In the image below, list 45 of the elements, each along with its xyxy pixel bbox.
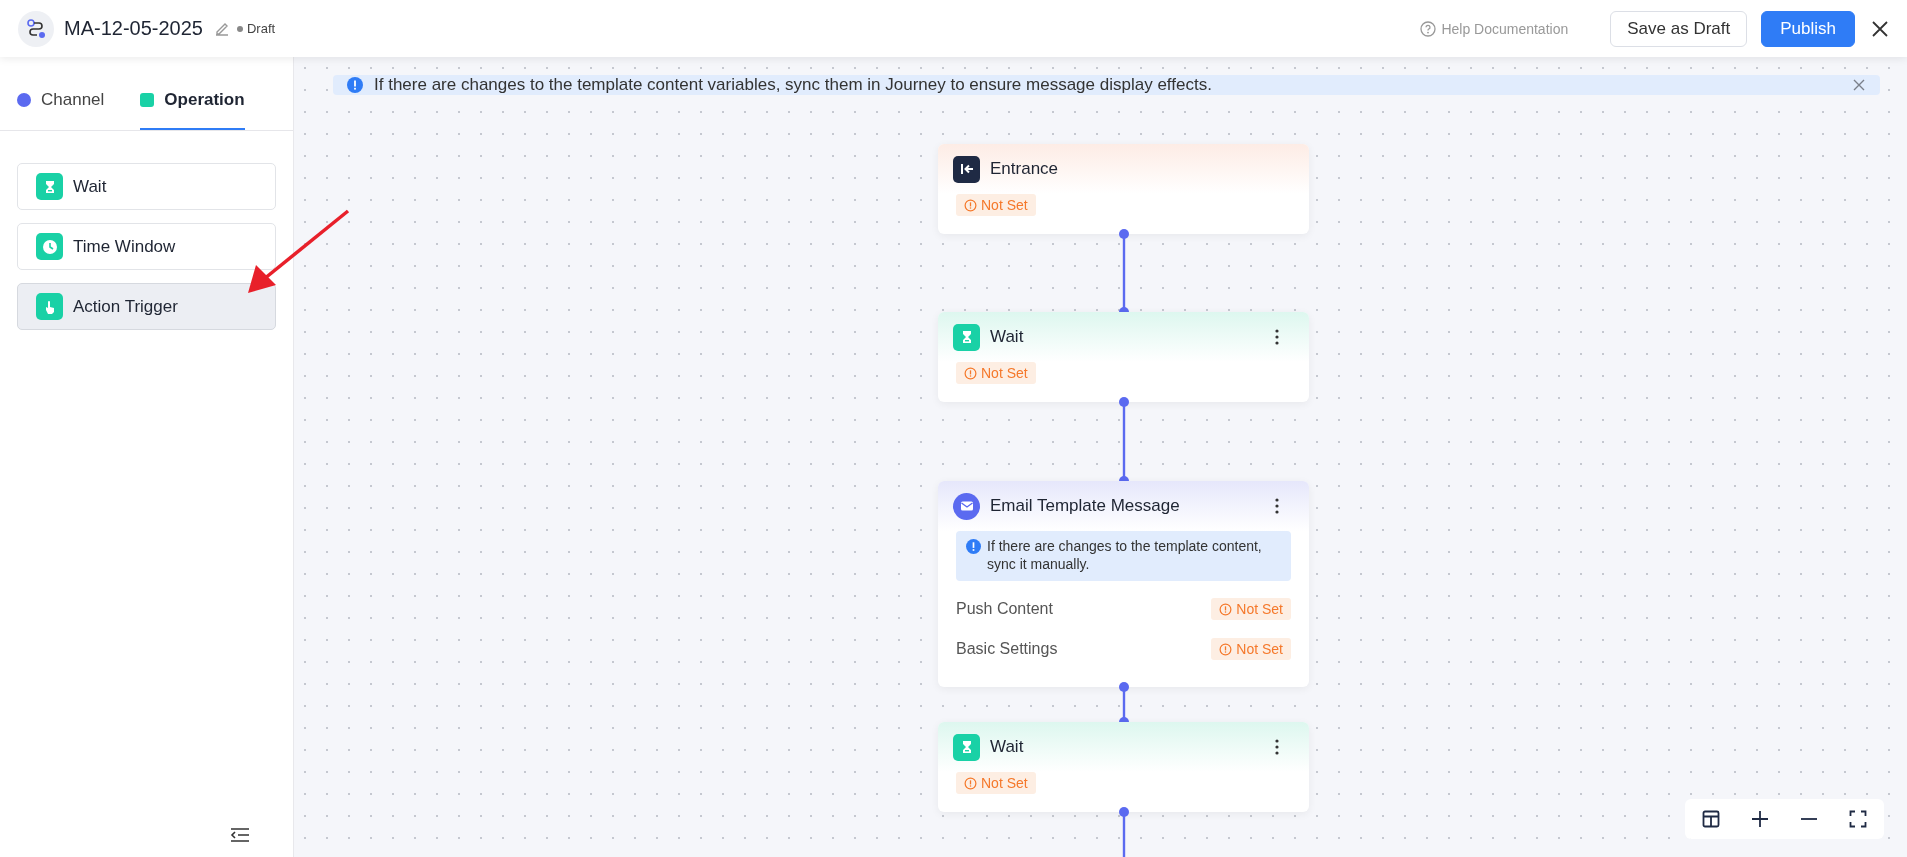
hourglass-icon xyxy=(953,323,980,351)
status-label: Draft xyxy=(236,21,276,36)
layout-icon[interactable] xyxy=(1702,810,1720,828)
field-label: Push Content xyxy=(956,600,1053,618)
note-text: If there are changes to the template content, sync it manually. xyxy=(987,537,1263,573)
journey-logo-icon xyxy=(18,10,54,47)
sidebar-tab[interactable]: Operation xyxy=(140,90,245,130)
flow-node[interactable]: Email Template Message If there are changes to the template content, sync it manually. Push Content Not Set Basic Settings Not Set xyxy=(938,481,1309,687)
node-title: Wait xyxy=(990,737,1025,757)
close-icon[interactable] xyxy=(1871,19,1889,38)
not-set-badge: Not Set xyxy=(1211,638,1291,660)
collapse-sidebar-icon[interactable] xyxy=(230,827,250,843)
info-icon xyxy=(347,77,363,93)
info-icon xyxy=(966,539,981,554)
more-menu-icon[interactable] xyxy=(1275,329,1279,345)
not-set-badge: Not Set xyxy=(956,772,1036,794)
help-icon xyxy=(1420,20,1437,37)
flow-node[interactable]: Wait Not Set xyxy=(938,312,1309,402)
hourglass-icon xyxy=(953,733,980,761)
flow-node[interactable]: Wait Not Set xyxy=(938,722,1309,812)
connector-line xyxy=(1117,807,1130,857)
operation-item[interactable]: Time Window xyxy=(17,223,276,270)
not-set-badge: Not Set xyxy=(1211,598,1291,620)
node-title: Wait xyxy=(990,327,1025,347)
more-menu-icon[interactable] xyxy=(1275,498,1279,514)
operation-item[interactable]: Wait xyxy=(17,163,276,210)
sidebar-tab[interactable]: Channel xyxy=(17,90,105,130)
banner-text: If there are changes to the template content variables, sync them in Journey to ensure message display effects. xyxy=(374,75,1213,95)
clock-icon xyxy=(36,233,63,260)
fullscreen-icon[interactable] xyxy=(1849,810,1867,828)
save-draft-button[interactable]: Save as Draft xyxy=(1610,10,1748,47)
node-title: Email Template Message xyxy=(990,496,1181,516)
zoom-in-icon[interactable] xyxy=(1751,810,1769,828)
hourglass-icon xyxy=(36,173,63,200)
not-set-badge: Not Set xyxy=(956,194,1036,216)
operation-item[interactable]: Action Trigger xyxy=(17,283,276,330)
publish-button[interactable]: Publish xyxy=(1761,10,1855,47)
journey-title: MA-12-05-2025 xyxy=(64,17,203,40)
not-set-badge: Not Set xyxy=(956,362,1036,384)
hand-icon xyxy=(36,293,63,320)
envelope-icon xyxy=(953,492,980,520)
more-menu-icon[interactable] xyxy=(1275,739,1279,755)
flow-node[interactable]: Entrance Not Set xyxy=(938,144,1309,234)
node-title: Entrance xyxy=(990,159,1060,179)
field-label: Basic Settings xyxy=(956,640,1058,658)
